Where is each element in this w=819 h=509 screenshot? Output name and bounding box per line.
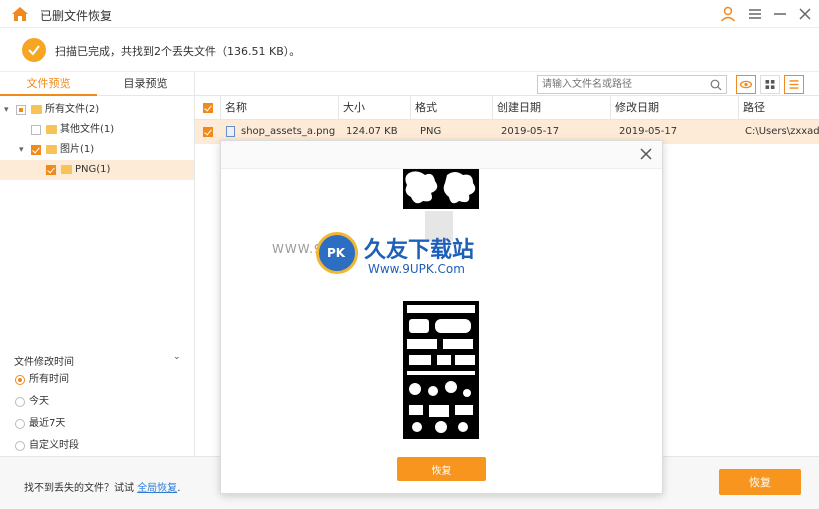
preview-toggle-button[interactable] xyxy=(736,75,756,94)
home-icon xyxy=(12,7,28,21)
radio-button[interactable] xyxy=(15,397,25,407)
radio-label: 自定义时段 xyxy=(29,440,79,451)
tree-checkbox[interactable] xyxy=(31,145,41,155)
folder-icon xyxy=(61,165,72,174)
column-created[interactable]: 创建日期 xyxy=(492,96,610,120)
chevron-down-icon[interactable]: ⌄ xyxy=(173,352,181,362)
preview-dialog: 恢复 xyxy=(220,140,663,494)
radio-button[interactable] xyxy=(15,419,25,429)
close-icon[interactable] xyxy=(795,4,815,24)
tree-item-images[interactable]: ▾ 图片(1) xyxy=(4,140,192,160)
tree-item-png[interactable]: PNG(1) xyxy=(0,160,194,180)
column-name[interactable]: 名称 xyxy=(220,96,338,120)
left-tabs: 文件预览 目录预览 xyxy=(0,72,195,96)
preview-recover-button[interactable]: 恢复 xyxy=(397,457,486,481)
tree-item-label: 其他文件(1) xyxy=(60,124,115,135)
chevron-down-icon[interactable]: ▾ xyxy=(4,100,14,120)
watermark: WWW.9U PK 久友下载站 Www.9UPK.Com xyxy=(272,232,512,280)
watermark-title: 久友下载站 xyxy=(364,238,475,263)
cell-path: C:\Users\zxxad... xyxy=(745,126,819,137)
app-title: 已删文件恢复 xyxy=(40,9,113,23)
filter-title: 文件修改时间 xyxy=(14,357,74,368)
column-format[interactable]: 格式 xyxy=(410,96,492,120)
check-circle-icon xyxy=(22,38,46,62)
tree-item-label: PNG(1) xyxy=(75,164,111,175)
tab-file-preview[interactable]: 文件预览 xyxy=(0,72,97,96)
radio-label: 最近7天 xyxy=(29,418,66,429)
tree-item-label: 所有文件(2) xyxy=(45,104,100,115)
image-file-icon xyxy=(226,126,235,137)
hint-text: 找不到丢失的文件？试试 xyxy=(24,483,134,494)
radio-button[interactable] xyxy=(15,375,25,385)
folder-icon xyxy=(31,105,42,114)
folder-icon xyxy=(46,125,57,134)
list-toolbar xyxy=(195,72,819,96)
folder-icon xyxy=(46,145,57,154)
list-view-button[interactable] xyxy=(784,75,804,94)
file-table-header: 名称 大小 格式 创建日期 修改日期 路径 xyxy=(195,96,819,120)
preview-header xyxy=(221,141,662,169)
scan-status-text: 扫描已完成，共找到2个丢失文件（136.51 KB）。 xyxy=(55,45,301,58)
tree-item-other-files[interactable]: 其他文件(1) xyxy=(4,120,192,140)
tree-checkbox[interactable] xyxy=(16,105,26,115)
select-all-checkbox[interactable] xyxy=(203,103,213,113)
hint-suffix: . xyxy=(177,483,181,494)
close-icon[interactable] xyxy=(638,146,654,162)
global-recover-link[interactable]: 全局恢复 xyxy=(137,483,177,494)
list-icon xyxy=(789,80,799,89)
title-bar: 已删文件恢复 xyxy=(0,0,819,28)
column-path[interactable]: 路径 xyxy=(738,96,819,120)
column-size[interactable]: 大小 xyxy=(338,96,410,120)
grid-icon xyxy=(765,80,775,89)
recover-hint: 找不到丢失的文件？试试 全局恢复. xyxy=(24,479,180,494)
search-input[interactable] xyxy=(538,76,703,93)
recover-button[interactable]: 恢复 xyxy=(719,469,801,495)
grid-view-button[interactable] xyxy=(760,75,780,94)
user-icon[interactable] xyxy=(718,4,738,24)
scan-status-bar: 扫描已完成，共找到2个丢失文件（136.51 KB）。 xyxy=(0,28,819,72)
search-box[interactable] xyxy=(537,75,727,94)
tab-directory-preview[interactable]: 目录预览 xyxy=(97,72,194,96)
tree-item-all-files[interactable]: ▾ 所有文件(2) xyxy=(4,100,192,120)
radio-button[interactable] xyxy=(15,441,25,451)
menu-icon[interactable] xyxy=(745,4,765,24)
search-icon[interactable] xyxy=(710,79,722,91)
minimize-icon[interactable] xyxy=(770,4,790,24)
watermark-logo: PK xyxy=(316,232,358,274)
left-pane: 文件预览 目录预览 ▾ 所有文件(2) 其他文件(1) ▾ 图片(1) PNG(… xyxy=(0,72,195,456)
tree-item-label: 图片(1) xyxy=(60,144,95,155)
eye-icon xyxy=(739,80,753,89)
watermark-logo-text: PK xyxy=(327,246,346,260)
watermark-url: Www.9UPK.Com xyxy=(368,262,465,276)
image-preview xyxy=(403,169,479,439)
radio-label: 今天 xyxy=(29,396,49,407)
chevron-down-icon[interactable]: ▾ xyxy=(19,140,29,160)
tree-checkbox[interactable] xyxy=(46,165,56,175)
row-checkbox[interactable] xyxy=(203,127,213,137)
tree-checkbox[interactable] xyxy=(31,125,41,135)
radio-label: 所有时间 xyxy=(29,374,69,385)
column-modified[interactable]: 修改日期 xyxy=(610,96,738,120)
